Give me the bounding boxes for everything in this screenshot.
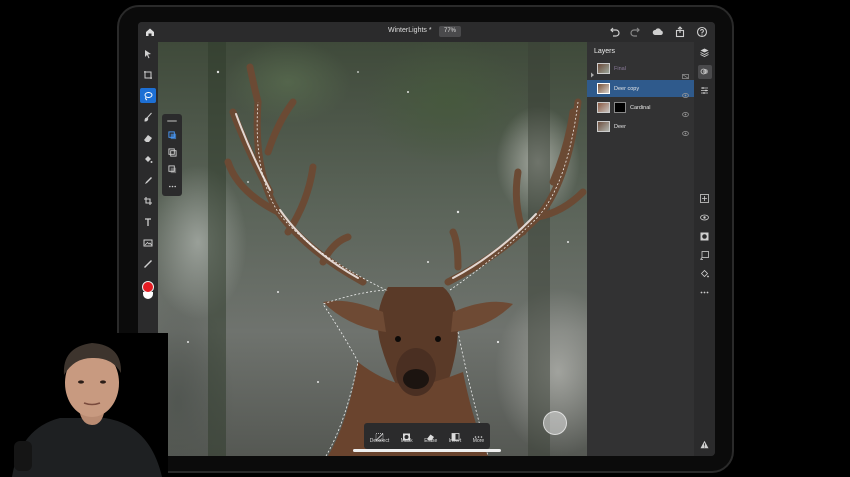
clipping-mask-icon[interactable] <box>698 248 712 262</box>
panel-grip[interactable] <box>167 120 177 122</box>
visibility-icon[interactable] <box>698 210 712 224</box>
top-bar-actions <box>607 25 709 39</box>
group-visibility-icon[interactable] <box>682 66 689 79</box>
right-toolbar <box>694 42 715 456</box>
top-bar: WinterLights * 77% <box>138 22 715 42</box>
layer-name: Deer copy <box>614 85 640 92</box>
invert-icon <box>451 428 460 441</box>
more-icon <box>474 428 483 438</box>
image-canvas[interactable] <box>158 42 587 456</box>
add-layer-icon[interactable] <box>698 192 712 206</box>
eyedropper-tool-icon[interactable] <box>140 256 156 271</box>
share-icon[interactable] <box>673 25 687 39</box>
more-label: More <box>472 438 485 444</box>
warning-icon[interactable] <box>698 437 712 451</box>
document-title[interactable]: WinterLights * <box>388 27 432 34</box>
crop-tool-icon[interactable] <box>140 193 156 208</box>
deselect-button[interactable]: Deselect <box>370 428 389 444</box>
adjustments-icon[interactable] <box>698 84 712 98</box>
app-screen: WinterLights * 77% Deselect Mask Erase I… <box>138 22 715 456</box>
redo-icon[interactable] <box>629 25 643 39</box>
layer-name: Deer <box>614 123 626 130</box>
healing-tool-icon[interactable] <box>140 172 156 187</box>
erase-label: Erase <box>424 438 438 444</box>
transform-tool-icon[interactable] <box>140 67 156 82</box>
zoom-level[interactable]: 77% <box>439 26 462 37</box>
new-selection-icon[interactable] <box>166 129 178 141</box>
erase-icon <box>426 428 435 441</box>
layers-panel: Layers Final Deer copy Cardinal Deer <box>587 42 694 456</box>
layer-row-cardinal[interactable]: Cardinal <box>587 99 694 117</box>
eye-icon[interactable] <box>682 123 689 136</box>
eye-icon[interactable] <box>682 104 689 117</box>
selection-action-bar: Deselect Mask Erase Invert More <box>364 423 490 449</box>
add-mask-icon[interactable] <box>698 229 712 243</box>
eraser-tool-icon[interactable] <box>140 130 156 145</box>
move-tool-icon[interactable] <box>140 46 156 61</box>
presenter-webcam <box>0 333 168 477</box>
layer-thumbnail <box>597 83 610 94</box>
home-icon[interactable] <box>143 25 157 39</box>
more-layer-options-icon[interactable] <box>698 286 712 300</box>
touch-shortcut-button[interactable] <box>543 411 567 435</box>
more-options-icon[interactable] <box>166 180 178 192</box>
cloud-icon[interactable] <box>651 25 665 39</box>
place-image-icon[interactable] <box>140 235 156 250</box>
help-icon[interactable] <box>695 25 709 39</box>
invert-label: Invert <box>448 438 462 444</box>
deselect-icon <box>375 428 384 441</box>
layer-thumbnail <box>597 102 610 113</box>
selection-mode-options <box>162 114 182 196</box>
layers-panel-title: Layers <box>594 48 616 55</box>
caret-right-icon[interactable] <box>590 65 595 78</box>
layer-row-final[interactable]: Final <box>587 60 694 79</box>
layer-mask-thumbnail[interactable] <box>614 102 626 113</box>
presenter-video <box>0 333 168 477</box>
background-color-swatch[interactable] <box>143 292 153 299</box>
layer-thumbnail <box>597 63 610 74</box>
deer-image <box>187 42 587 456</box>
eye-icon[interactable] <box>682 85 689 98</box>
layer-name: Cardinal <box>630 104 651 111</box>
layer-thumbnail <box>597 121 610 132</box>
add-selection-icon[interactable] <box>166 146 178 158</box>
layer-row-deer[interactable]: Deer <box>587 118 694 136</box>
erase-button[interactable]: Erase <box>424 428 437 444</box>
fill-tool-icon[interactable] <box>140 151 156 166</box>
mask-label: Mask <box>400 438 413 444</box>
lasso-tool-icon[interactable] <box>140 88 156 103</box>
undo-icon[interactable] <box>607 25 621 39</box>
layer-properties-icon[interactable] <box>697 64 712 79</box>
mask-icon <box>402 428 411 441</box>
layers-stack-icon[interactable] <box>698 46 712 60</box>
home-indicator[interactable] <box>353 449 501 452</box>
layer-name: Final <box>614 65 626 72</box>
brush-tool-icon[interactable] <box>140 109 156 124</box>
more-button[interactable]: More <box>473 428 484 444</box>
mask-button[interactable]: Mask <box>401 428 413 444</box>
layer-row-deer-copy[interactable]: Deer copy <box>587 80 694 98</box>
invert-button[interactable]: Invert <box>448 428 462 444</box>
subtract-selection-icon[interactable] <box>166 163 178 175</box>
type-tool-icon[interactable] <box>140 214 156 229</box>
fill-layer-icon[interactable] <box>698 267 712 281</box>
deselect-label: Deselect <box>369 438 390 444</box>
